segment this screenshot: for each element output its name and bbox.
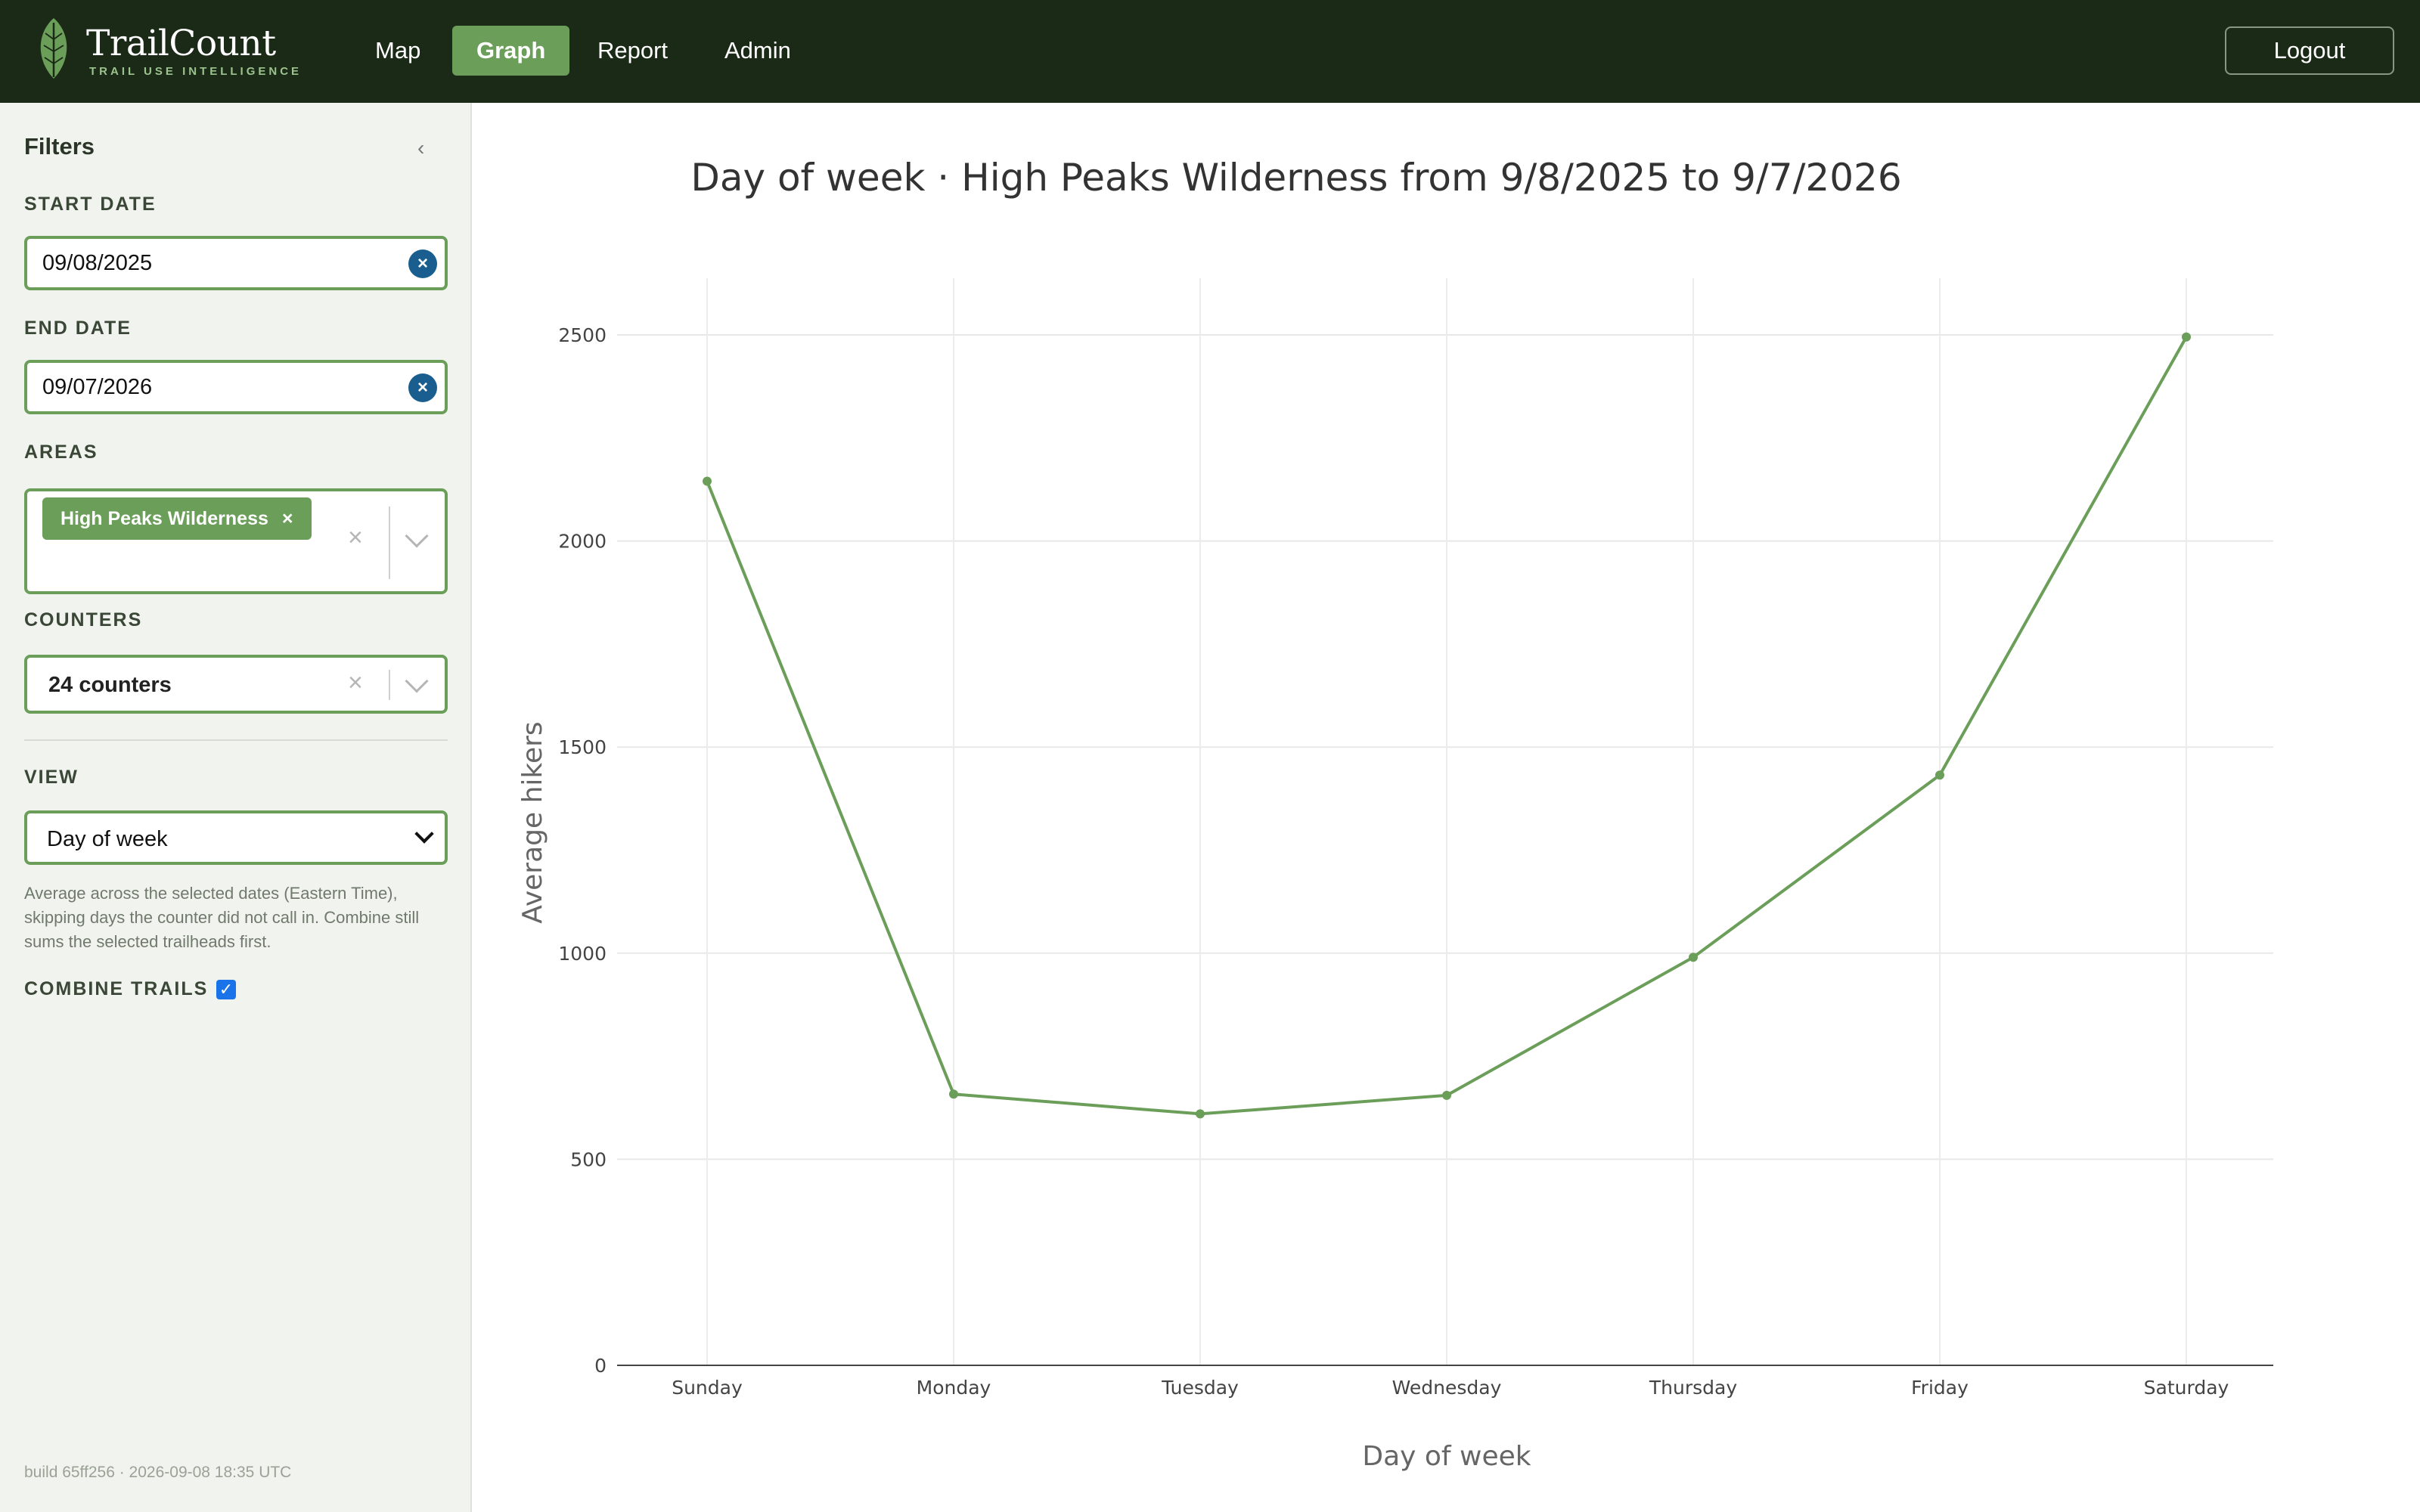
view-select[interactable]: Day of week bbox=[24, 810, 448, 865]
data-point[interactable] bbox=[1935, 770, 1944, 780]
chart-panel: Day of week · High Peaks Wilderness from… bbox=[473, 103, 2420, 1512]
areas-label: AREAS bbox=[24, 442, 98, 463]
x-tick-label: Wednesday bbox=[1392, 1377, 1502, 1399]
x-tick-label: Thursday bbox=[1649, 1377, 1737, 1399]
build-info: build 65ff256 · 2026-09-08 18:35 UTC bbox=[24, 1464, 292, 1481]
combine-trails-checkbox[interactable]: ✓ bbox=[216, 980, 236, 999]
y-axis-ticks: 0 500 1000 1500 2000 2500 bbox=[558, 324, 607, 1377]
start-date-value: 09/08/2025 bbox=[42, 251, 153, 275]
select-divider bbox=[389, 670, 390, 700]
leaf-logo-icon bbox=[40, 18, 67, 79]
chart-gridlines bbox=[617, 278, 2273, 1365]
filters-sidebar: Filters ‹ START DATE 09/08/2025 × END DA… bbox=[0, 103, 472, 1512]
end-date-input[interactable]: 09/07/2026 × bbox=[24, 360, 448, 414]
select-divider bbox=[389, 507, 390, 579]
clear-areas-icon[interactable]: × bbox=[348, 523, 363, 553]
counters-label: COUNTERS bbox=[24, 609, 143, 631]
brand-name: TrailCount bbox=[86, 23, 276, 64]
y-tick-label: 1000 bbox=[558, 943, 607, 965]
counters-value: 24 counters bbox=[48, 673, 172, 697]
y-tick-label: 2500 bbox=[558, 324, 607, 346]
y-tick-label: 1500 bbox=[558, 736, 607, 758]
nav-tab-graph[interactable]: Graph bbox=[452, 26, 570, 76]
line-chart: Day of week · High Peaks Wilderness from… bbox=[517, 156, 2273, 1472]
clear-start-date-icon[interactable]: × bbox=[408, 249, 437, 278]
remove-chip-icon[interactable]: × bbox=[282, 508, 293, 529]
y-tick-label: 0 bbox=[594, 1355, 607, 1377]
data-point[interactable] bbox=[1689, 953, 1698, 962]
view-help-text: Average across the selected dates (Easte… bbox=[24, 884, 420, 951]
brand-tagline: TRAIL USE INTELLIGENCE bbox=[89, 65, 302, 78]
nav-tab-report[interactable]: Report bbox=[573, 26, 692, 76]
counters-multiselect[interactable]: 24 counters × bbox=[24, 655, 448, 714]
x-tick-label: Tuesday bbox=[1161, 1377, 1239, 1399]
x-tick-label: Monday bbox=[917, 1377, 991, 1399]
areas-multiselect[interactable]: High Peaks Wilderness × × bbox=[24, 488, 448, 594]
start-date-label: START DATE bbox=[24, 194, 157, 215]
x-tick-label: Saturday bbox=[2144, 1377, 2229, 1399]
chart-title: Day of week · High Peaks Wilderness from… bbox=[690, 156, 1901, 200]
nav-tab-map[interactable]: Map bbox=[351, 26, 445, 76]
data-point[interactable] bbox=[1196, 1109, 1205, 1119]
area-chip[interactable]: High Peaks Wilderness × bbox=[42, 497, 312, 540]
filters-title: Filters bbox=[24, 133, 95, 160]
chevron-down-icon[interactable] bbox=[405, 524, 429, 548]
y-tick-label: 2000 bbox=[558, 531, 607, 553]
end-date-label: END DATE bbox=[24, 318, 132, 339]
end-date-value: 09/07/2026 bbox=[42, 375, 153, 399]
start-date-input[interactable]: 09/08/2025 × bbox=[24, 236, 448, 290]
nav-tab-admin[interactable]: Admin bbox=[700, 26, 815, 76]
clear-end-date-icon[interactable]: × bbox=[408, 373, 437, 402]
chevron-down-icon bbox=[414, 824, 434, 844]
combine-trails-label: COMBINE TRAILS bbox=[24, 978, 209, 999]
view-label: VIEW bbox=[24, 767, 79, 788]
top-nav-bar: TrailCount TRAIL USE INTELLIGENCE Map Gr… bbox=[0, 0, 2420, 103]
data-point[interactable] bbox=[703, 476, 712, 486]
area-chip-label: High Peaks Wilderness bbox=[60, 508, 268, 529]
x-tick-label: Sunday bbox=[672, 1377, 743, 1399]
logout-button[interactable]: Logout bbox=[2225, 26, 2394, 75]
x-tick-label: Friday bbox=[1911, 1377, 1969, 1399]
y-tick-label: 500 bbox=[570, 1148, 607, 1170]
data-point[interactable] bbox=[1442, 1090, 1451, 1100]
data-point[interactable] bbox=[949, 1089, 958, 1099]
sidebar-divider bbox=[24, 739, 448, 741]
chevron-down-icon[interactable] bbox=[405, 669, 429, 693]
data-point[interactable] bbox=[2182, 332, 2191, 342]
x-axis-title: Day of week bbox=[1362, 1441, 1531, 1472]
chevron-left-icon[interactable]: ‹ bbox=[417, 136, 424, 160]
view-selected-value: Day of week bbox=[47, 827, 168, 851]
x-axis-ticks: Sunday Monday Tuesday Wednesday Thursday Frid… bbox=[672, 1377, 2229, 1399]
y-axis-title: Average hikers bbox=[517, 721, 548, 923]
clear-counters-icon[interactable]: × bbox=[348, 668, 363, 698]
